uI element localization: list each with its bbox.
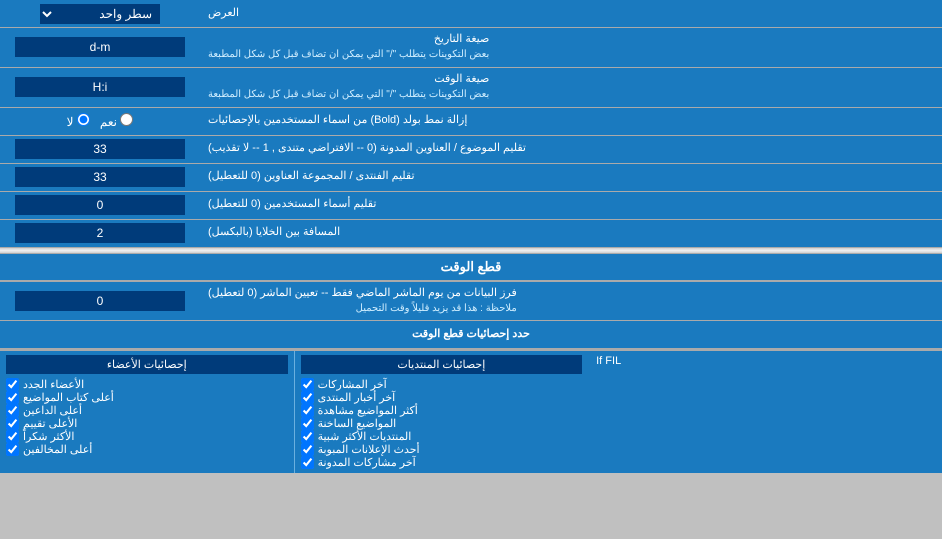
bold-remove-label: إزالة نمط بولد (Bold) من اسماء المستخدمي… xyxy=(200,108,942,135)
member-stats-title: إحصائيات الأعضاء xyxy=(6,355,288,374)
cb-top-violators[interactable] xyxy=(6,443,19,456)
checkbox-item: آخر مشاركات المدونة xyxy=(301,456,583,469)
forum-stats-title: إحصائيات المنتديات xyxy=(301,355,583,374)
cell-gap-input[interactable] xyxy=(15,223,185,243)
topic-title-label: تقليم الموضوع / العناوين المدونة (0 -- ا… xyxy=(200,136,942,163)
username-limit-row: تقليم أسماء المستخدمين (0 للتعطيل) xyxy=(0,192,942,220)
cell-gap-label: المسافة بين الخلايا (بالبكسل) xyxy=(200,220,942,247)
time-format-label: صيغة الوقت بعض التكوينات يتطلب "/" التي … xyxy=(200,68,942,107)
header-row: العرض سطر واحد xyxy=(0,0,942,28)
time-format-row: صيغة الوقت بعض التكوينات يتطلب "/" التي … xyxy=(0,68,942,108)
page-title: العرض xyxy=(200,0,942,27)
cb-last-posts[interactable] xyxy=(301,378,314,391)
forum-title-input[interactable] xyxy=(15,167,185,187)
username-limit-input-wrap xyxy=(0,192,200,219)
forum-title-input-wrap xyxy=(0,164,200,191)
checkbox-item: أعلى كتاب المواضيع xyxy=(6,391,288,404)
date-format-title: صيغة التاريخ بعض التكوينات يتطلب "/" الت… xyxy=(208,32,489,63)
cb-hot-topics[interactable] xyxy=(301,417,314,430)
cb-new-members[interactable] xyxy=(6,378,19,391)
forum-title-label: تقليم الفنتدى / المجموعة العناوين (0 للت… xyxy=(200,164,942,191)
cb-latest-classifieds[interactable] xyxy=(301,443,314,456)
time-format-sublabel: بعض التكوينات يتطلب "/" التي يمكن ان تضا… xyxy=(208,89,489,100)
cb-top-inviters[interactable] xyxy=(6,404,19,417)
checkbox-item: آخر أخبار المنتدى xyxy=(301,391,583,404)
time-cut-input[interactable] xyxy=(15,291,185,311)
checkbox-item: أعلى الداعين xyxy=(6,404,288,417)
checkbox-item: آخر المشاركات xyxy=(301,378,583,391)
time-cut-label: فرز البيانات من يوم الماشر الماضي فقط --… xyxy=(200,282,942,321)
cb-popular-forums[interactable] xyxy=(301,430,314,443)
time-format-input-wrap xyxy=(0,68,200,107)
time-cut-row: فرز البيانات من يوم الماشر الماضي فقط --… xyxy=(0,282,942,322)
checkbox-item: الأكثر شكراً xyxy=(6,430,288,443)
bold-yes-radio[interactable] xyxy=(120,113,133,126)
checkbox-item: أكثر المواضيع مشاهدة xyxy=(301,404,583,417)
bold-no-radio[interactable] xyxy=(77,113,90,126)
topic-title-row: تقليم الموضوع / العناوين المدونة (0 -- ا… xyxy=(0,136,942,164)
bold-remove-row: إزالة نمط بولد (Bold) من اسماء المستخدمي… xyxy=(0,108,942,136)
stats-title: حدد إحصائيات قطع الوقت xyxy=(0,321,942,348)
cb-top-posters[interactable] xyxy=(6,391,19,404)
bold-yes-label: نعم xyxy=(100,113,133,129)
checkbox-item: المنتديات الأكثر شبية xyxy=(301,430,583,443)
main-container: العرض سطر واحد صيغة التاريخ بعض التكوينا… xyxy=(0,0,942,473)
time-cut-input-wrap xyxy=(0,282,200,321)
date-format-row: صيغة التاريخ بعض التكوينات يتطلب "/" الت… xyxy=(0,28,942,68)
time-cut-header: قطع الوقت xyxy=(0,254,942,282)
date-format-input[interactable] xyxy=(15,37,185,57)
checkboxes-section: If FIL إحصائيات المنتديات آخر المشاركات … xyxy=(0,349,942,473)
topic-title-input-wrap xyxy=(0,136,200,163)
cb-most-thanked[interactable] xyxy=(6,430,19,443)
date-format-sublabel: بعض التكوينات يتطلب "/" التي يمكن ان تضا… xyxy=(208,49,489,60)
checkbox-item: الأعضاء الجدد xyxy=(6,378,288,391)
cb-most-viewed[interactable] xyxy=(301,404,314,417)
time-cut-sublabel: ملاحظة : هذا قد يزيد قليلاً وقت التحميل xyxy=(356,303,517,314)
checkbox-item: أحدث الإعلانات المبوبة xyxy=(301,443,583,456)
forum-title-row: تقليم الفنتدى / المجموعة العناوين (0 للت… xyxy=(0,164,942,192)
topic-title-input[interactable] xyxy=(15,139,185,159)
cb-forum-news[interactable] xyxy=(301,391,314,404)
mode-select-container: سطر واحد xyxy=(0,0,200,27)
stats-title-row: حدد إحصائيات قطع الوقت xyxy=(0,321,942,349)
bold-no-label: لا xyxy=(67,113,90,129)
date-format-label: صيغة التاريخ بعض التكوينات يتطلب "/" الت… xyxy=(200,28,942,67)
bold-remove-radio-wrap: نعم لا xyxy=(0,108,200,135)
checkbox-item: الأعلى تقييم xyxy=(6,417,288,430)
cell-gap-input-wrap xyxy=(0,220,200,247)
date-format-input-wrap xyxy=(0,28,200,67)
blank-label-text: If FIL xyxy=(596,355,621,367)
forum-stats-col: إحصائيات المنتديات آخر المشاركات آخر أخب… xyxy=(294,351,589,473)
blank-label-col: If FIL xyxy=(588,351,942,473)
mode-select[interactable]: سطر واحد xyxy=(40,4,160,24)
checkbox-item: المواضيع الساخنة xyxy=(301,417,583,430)
username-limit-label: تقليم أسماء المستخدمين (0 للتعطيل) xyxy=(200,192,942,219)
checkbox-item: أعلى المخالفين xyxy=(6,443,288,456)
username-limit-input[interactable] xyxy=(15,195,185,215)
cb-top-rated[interactable] xyxy=(6,417,19,430)
cb-blog-posts[interactable] xyxy=(301,456,314,469)
cell-gap-row: المسافة بين الخلايا (بالبكسل) xyxy=(0,220,942,248)
time-format-input[interactable] xyxy=(15,77,185,97)
member-stats-col: إحصائيات الأعضاء الأعضاء الجدد أعلى كتاب… xyxy=(0,351,294,473)
time-format-title: صيغة الوقت بعض التكوينات يتطلب "/" التي … xyxy=(208,72,489,103)
